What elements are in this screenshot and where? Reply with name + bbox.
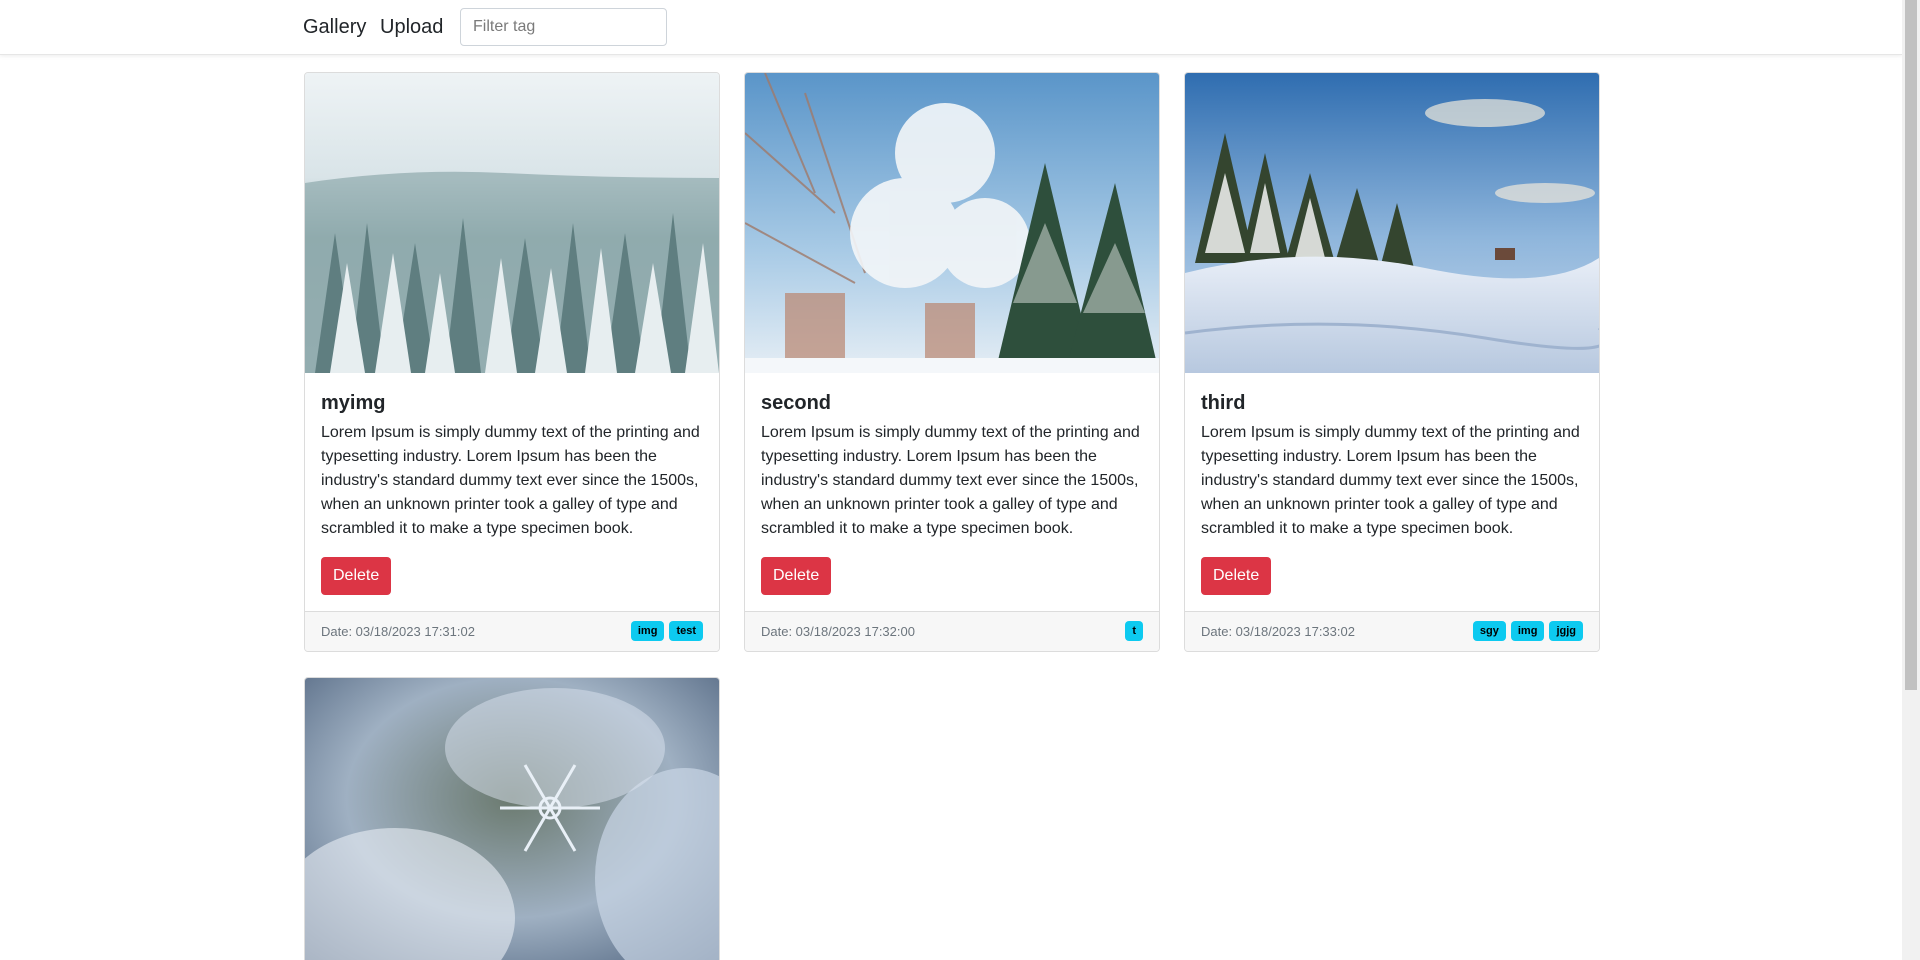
card-image[interactable] bbox=[305, 73, 719, 373]
tag-badge[interactable]: img bbox=[1510, 621, 1545, 641]
card-image[interactable] bbox=[745, 73, 1159, 373]
card-image[interactable] bbox=[1185, 73, 1599, 373]
delete-button[interactable]: Delete bbox=[1201, 557, 1272, 595]
nav-gallery-link[interactable]: Gallery bbox=[303, 14, 366, 40]
card-date: Date: 03/18/2023 17:33:02 bbox=[1201, 624, 1355, 639]
card-title: third bbox=[1201, 392, 1246, 414]
tag-list: img test bbox=[630, 621, 703, 641]
card-image[interactable] bbox=[305, 678, 719, 960]
card-description: Lorem Ipsum is simply dummy text of the … bbox=[321, 424, 700, 537]
filter-tag-input[interactable] bbox=[460, 8, 667, 46]
scrollbar-thumb[interactable] bbox=[1905, 0, 1917, 690]
vertical-scrollbar[interactable] bbox=[1902, 0, 1920, 960]
image-card: myimg Lorem Ipsum is simply dummy text o… bbox=[304, 72, 720, 652]
card-date: Date: 03/18/2023 17:31:02 bbox=[321, 624, 475, 639]
card-title: myimg bbox=[321, 392, 386, 414]
card-title: second bbox=[761, 392, 832, 414]
delete-button[interactable]: Delete bbox=[761, 557, 832, 595]
tag-badge[interactable]: jgjg bbox=[1549, 621, 1583, 641]
card-footer: Date: 03/18/2023 17:33:02 sgy img jgjg bbox=[1185, 611, 1599, 651]
top-navbar: Gallery Upload bbox=[0, 0, 1902, 55]
card-description: Lorem Ipsum is simply dummy text of the … bbox=[761, 424, 1140, 537]
card-footer: Date: 03/18/2023 17:32:00 t bbox=[745, 611, 1159, 651]
tag-list: t bbox=[1125, 621, 1143, 641]
tag-list: sgy img jgjg bbox=[1472, 621, 1583, 641]
tag-badge[interactable]: sgy bbox=[1472, 621, 1506, 641]
card-date: Date: 03/18/2023 17:32:00 bbox=[761, 624, 915, 639]
image-card: third Lorem Ipsum is simply dummy text o… bbox=[1184, 72, 1600, 652]
tag-badge[interactable]: t bbox=[1125, 621, 1143, 641]
image-card: second Lorem Ipsum is simply dummy text … bbox=[744, 72, 1160, 652]
nav-upload-link[interactable]: Upload bbox=[380, 14, 443, 40]
image-card bbox=[304, 677, 720, 960]
tag-badge[interactable]: test bbox=[669, 621, 703, 641]
card-footer: Date: 03/18/2023 17:31:02 img test bbox=[305, 611, 719, 651]
card-description: Lorem Ipsum is simply dummy text of the … bbox=[1201, 424, 1580, 537]
tag-badge[interactable]: img bbox=[630, 621, 665, 641]
delete-button[interactable]: Delete bbox=[321, 557, 392, 595]
